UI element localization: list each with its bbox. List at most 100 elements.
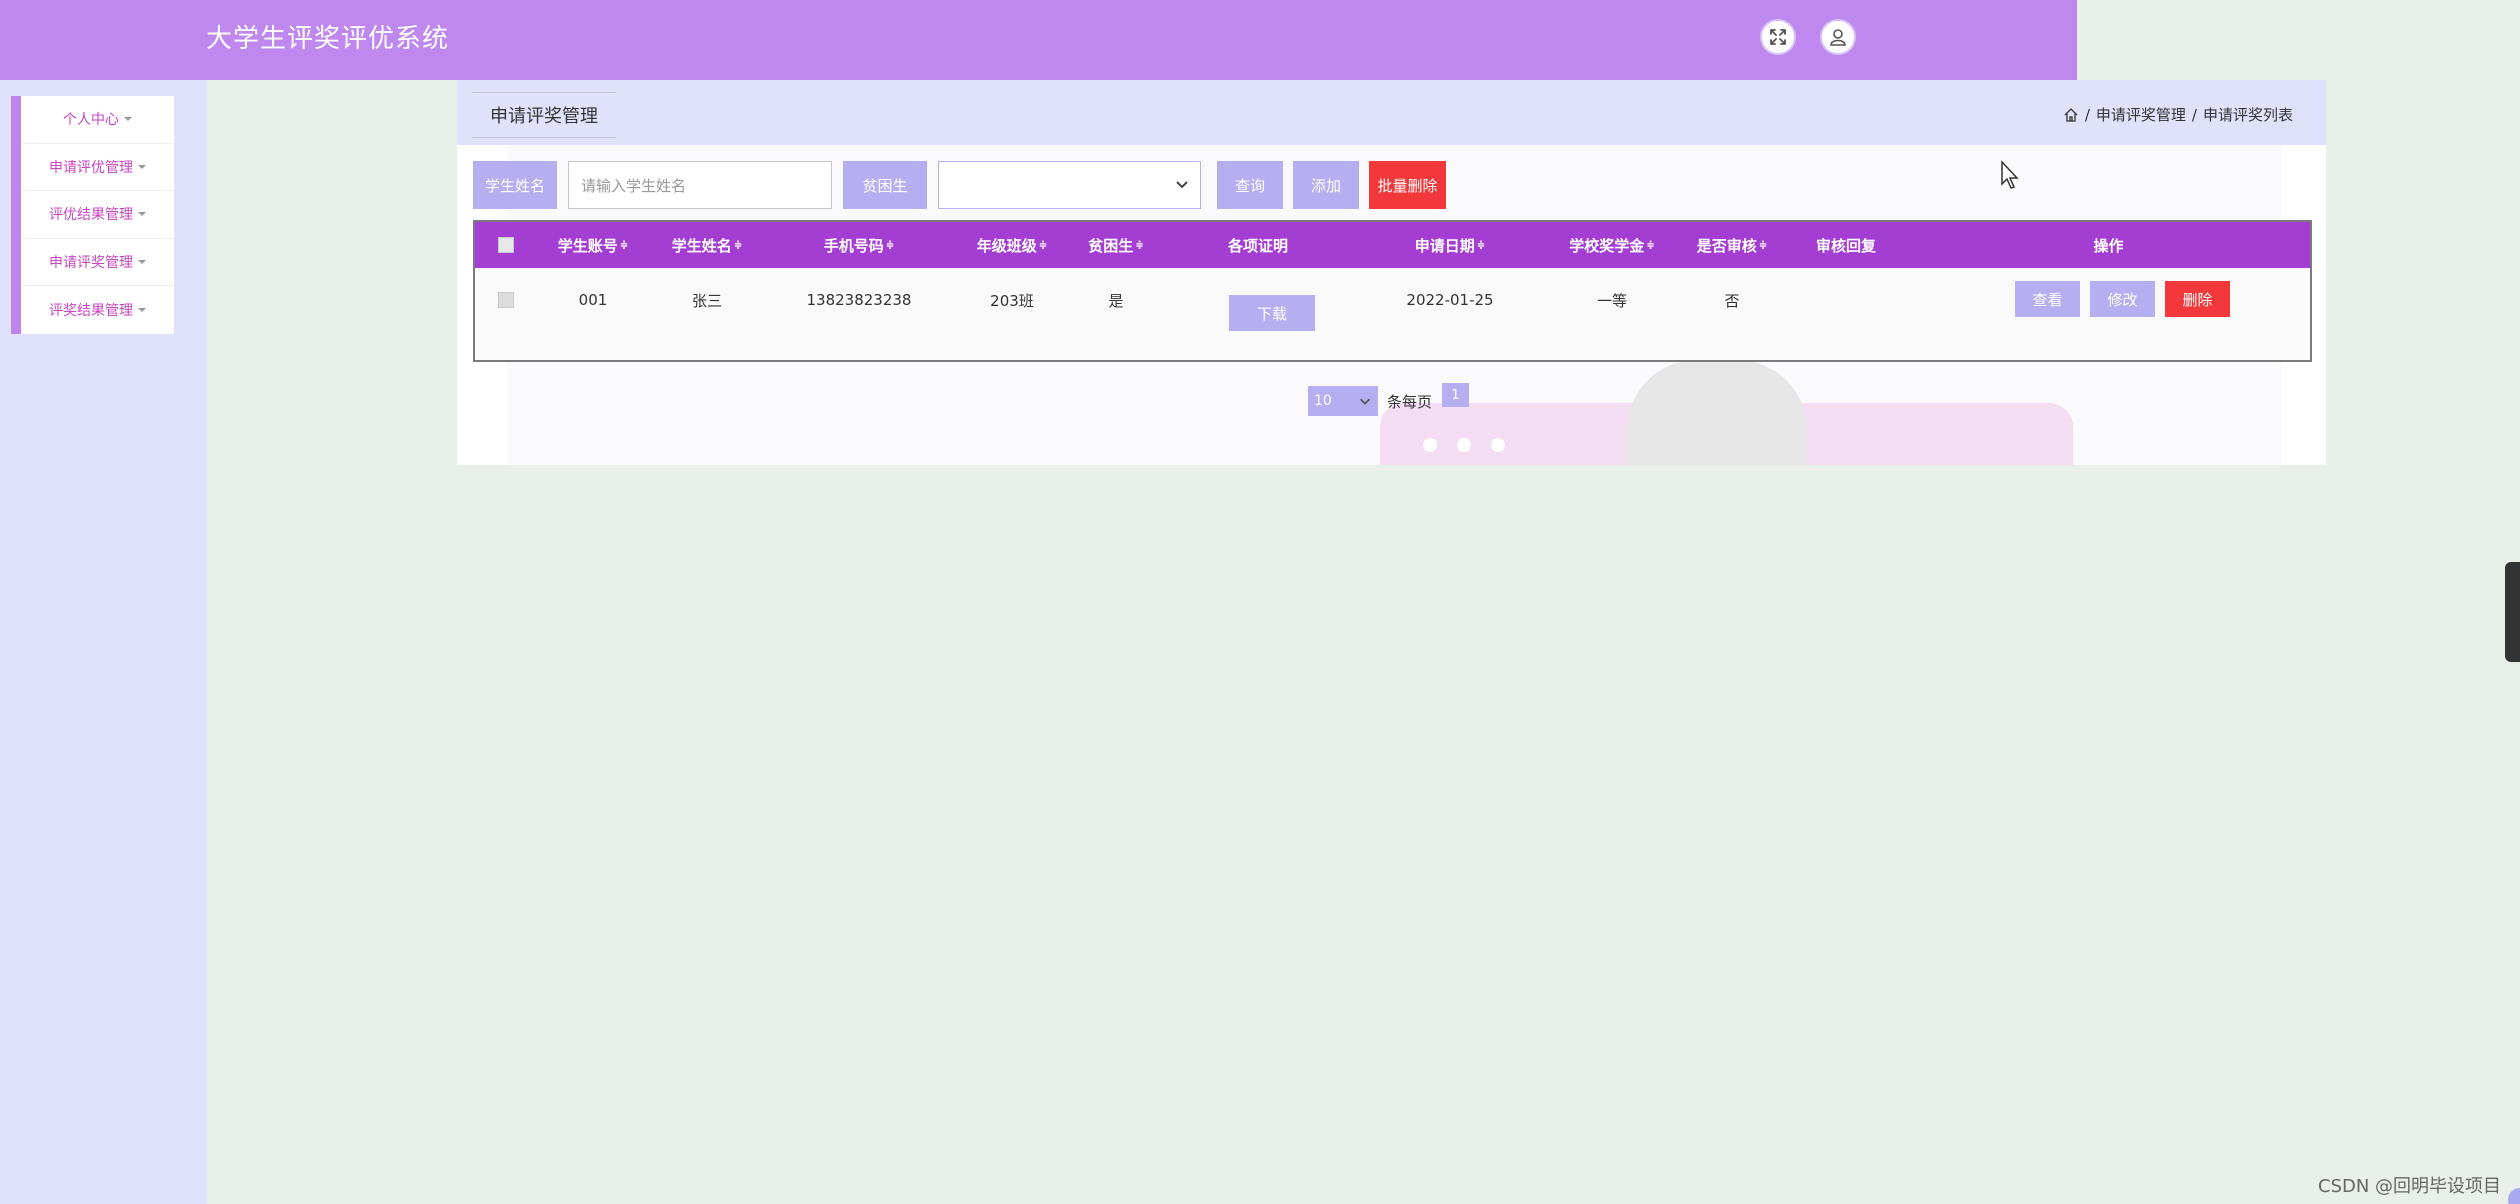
chevron-down-icon xyxy=(1360,398,1370,405)
sidebar-item-apply-excellence[interactable]: 申请评优管理 xyxy=(21,144,174,192)
panel-header: 申请评奖管理 / 申请评奖管理 / 申请评奖列表 xyxy=(457,80,2326,145)
sidebar-menu: 个人中心 申请评优管理 评优结果管理 申请评奖管理 评奖结果管理 xyxy=(11,96,174,334)
chevron-down-icon xyxy=(1176,181,1188,189)
page-title-tab[interactable]: 申请评奖管理 xyxy=(472,92,616,138)
cell-date: 2022-01-25 xyxy=(1406,291,1494,309)
breadcrumb: / 申请评奖管理 / 申请评奖列表 xyxy=(2063,104,2293,125)
illustration-dot xyxy=(1457,438,1471,452)
sidebar-item-personal-center[interactable]: 个人中心 xyxy=(21,96,174,144)
breadcrumb-item[interactable]: 申请评奖管理 xyxy=(2096,104,2186,125)
per-page-label: 条每页 xyxy=(1387,393,1433,411)
column-header-account[interactable]: 学生账号 ≑ xyxy=(537,222,649,268)
row-checkbox[interactable] xyxy=(498,292,514,308)
sort-icon: ≑ xyxy=(1646,239,1655,251)
cell-poor: 是 xyxy=(1108,291,1124,310)
page-size-value: 10 xyxy=(1314,393,1332,409)
caret-down-icon xyxy=(138,260,146,265)
batch-delete-button[interactable]: 批量删除 xyxy=(1369,161,1446,209)
column-header-proof: 各项证明 xyxy=(1161,222,1355,268)
column-header-label: 年级班级 xyxy=(976,236,1037,255)
select-all-checkbox[interactable] xyxy=(498,237,514,253)
watermark-text: CSDN @回明毕设项目 xyxy=(2318,1176,2502,1197)
column-header-label: 审核回复 xyxy=(1815,236,1876,255)
cell-name: 张三 xyxy=(691,291,722,310)
student-name-label: 学生姓名 xyxy=(473,161,557,209)
sidebar-item-award-results[interactable]: 评奖结果管理 xyxy=(21,286,174,334)
sort-icon: ≑ xyxy=(619,239,629,251)
column-header-actions: 操作 xyxy=(1907,222,2310,268)
main-panel: 申请评奖管理 / 申请评奖管理 / 申请评奖列表 学生姓名 请输入学生姓名 贫困… xyxy=(457,80,2326,465)
student-name-placeholder: 请输入学生姓名 xyxy=(581,176,687,195)
caret-down-icon xyxy=(124,117,132,122)
column-header-class[interactable]: 年级班级 ≑ xyxy=(953,222,1071,268)
column-header-phone[interactable]: 手机号码 ≑ xyxy=(765,222,953,268)
column-header-reviewed[interactable]: 是否审核 ≑ xyxy=(1679,222,1785,268)
table-header: 学生账号 ≑ 学生姓名 ≑ 手机号码 ≑ 年级班级 ≑ 贫困生 ≑ 各项证明 申请日期 ≑ … xyxy=(475,222,2310,268)
app-title: 大学生评奖评优系统 xyxy=(206,24,450,54)
sidebar-item-label: 申请评奖管理 xyxy=(49,255,133,272)
breadcrumb-separator: / xyxy=(2191,105,2197,124)
home-icon[interactable] xyxy=(2063,107,2079,123)
illustration-dot xyxy=(1423,438,1437,452)
student-name-input[interactable]: 请输入学生姓名 xyxy=(568,161,832,209)
query-button[interactable]: 查询 xyxy=(1217,161,1283,209)
cell-reviewed: 否 xyxy=(1724,291,1740,310)
column-header-date[interactable]: 申请日期 ≑ xyxy=(1355,222,1545,268)
caret-down-icon xyxy=(138,308,146,313)
fullscreen-icon[interactable] xyxy=(1760,19,1796,55)
table-row: 001 张三 13823823238 203班 是 下载 2022-01-25 … xyxy=(475,268,2310,360)
row-checkbox-cell xyxy=(475,268,537,332)
breadcrumb-item-current: 申请评奖列表 xyxy=(2202,106,2293,124)
cell-account: 001 xyxy=(578,291,608,309)
column-header-poor[interactable]: 贫困生 ≑ xyxy=(1071,222,1161,268)
column-header-review-reply: 审核回复 xyxy=(1785,222,1907,268)
select-all-checkbox-cell xyxy=(475,222,537,268)
cell-review-reply xyxy=(1785,268,1907,332)
data-table: 学生账号 ≑ 学生姓名 ≑ 手机号码 ≑ 年级班级 ≑ 贫困生 ≑ 各项证明 申请日期 ≑ … xyxy=(473,220,2312,362)
breadcrumb-separator: / xyxy=(2084,105,2090,124)
caret-down-icon xyxy=(138,164,146,169)
sort-icon: ≑ xyxy=(733,239,743,251)
column-header-label: 是否审核 xyxy=(1696,236,1757,255)
page-size-select[interactable]: 10 xyxy=(1308,386,1378,416)
page-number-current[interactable]: 1 xyxy=(1442,383,1469,407)
sidebar-item-apply-award[interactable]: 申请评奖管理 xyxy=(21,239,174,287)
sidebar-item-label: 评优结果管理 xyxy=(49,207,133,224)
poor-student-select[interactable] xyxy=(938,161,1201,209)
sort-icon: ≑ xyxy=(1038,239,1048,251)
sidebar-item-label: 个人中心 xyxy=(63,112,119,129)
column-header-label: 操作 xyxy=(2093,236,2124,255)
column-header-scholarship[interactable]: 学校奖学金 ≑ xyxy=(1545,222,1679,268)
delete-button[interactable]: 删除 xyxy=(2165,281,2230,317)
column-header-label: 学生姓名 xyxy=(671,236,732,255)
view-button[interactable]: 查看 xyxy=(2015,281,2080,317)
illustration-person xyxy=(1627,360,1807,465)
column-header-label: 贫困生 xyxy=(1088,236,1134,255)
top-header-bar: 大学生评奖评优系统 xyxy=(0,0,2077,80)
column-header-name[interactable]: 学生姓名 ≑ xyxy=(649,222,765,268)
sidebar-item-label: 申请评优管理 xyxy=(49,159,133,176)
sort-icon: ≑ xyxy=(1135,239,1144,251)
sort-icon: ≑ xyxy=(885,239,895,251)
add-button[interactable]: 添加 xyxy=(1293,161,1359,209)
sort-icon: ≑ xyxy=(1476,239,1486,251)
cell-scholarship: 一等 xyxy=(1596,291,1627,310)
column-header-label: 学生账号 xyxy=(557,236,618,255)
cell-class: 203班 xyxy=(990,291,1034,310)
caret-down-icon xyxy=(138,212,146,217)
download-proof-button[interactable]: 下载 xyxy=(1229,295,1315,331)
sidebar-item-excellence-results[interactable]: 评优结果管理 xyxy=(21,191,174,239)
illustration-dot xyxy=(1491,438,1505,452)
poor-student-label: 贫困生 xyxy=(843,161,927,209)
column-header-label: 学校奖学金 xyxy=(1569,236,1645,255)
corner-bubble-icon[interactable] xyxy=(2508,1188,2520,1204)
column-header-label: 手机号码 xyxy=(823,236,884,255)
sidebar-item-label: 评奖结果管理 xyxy=(49,303,133,320)
column-header-label: 各项证明 xyxy=(1227,236,1288,255)
side-drawer-handle[interactable] xyxy=(2505,562,2520,662)
edit-button[interactable]: 修改 xyxy=(2090,281,2155,317)
cell-phone: 13823823238 xyxy=(806,291,912,309)
user-icon[interactable] xyxy=(1820,19,1856,55)
mouse-cursor-icon xyxy=(2001,160,2019,189)
sort-icon: ≑ xyxy=(1758,239,1768,251)
